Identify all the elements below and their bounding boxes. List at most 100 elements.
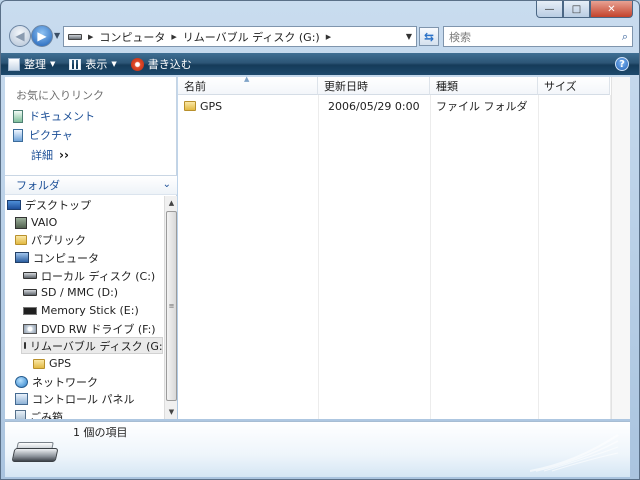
column-header-name[interactable]: 名前 ▲ <box>178 75 318 95</box>
folders-label: フォルダ <box>16 179 60 192</box>
user-folder-icon <box>15 216 27 229</box>
window-controls: — □ ✕ <box>536 1 633 19</box>
tree-item-recycle-bin[interactable]: ごみ箱 <box>15 408 63 419</box>
scroll-up-icon[interactable]: ▲ <box>165 196 178 210</box>
back-arrow-icon: ◀ <box>15 29 25 43</box>
removable-drive-icon <box>11 440 59 466</box>
removable-drive-icon <box>23 289 37 296</box>
help-icon: ? <box>619 58 625 70</box>
column-header-modified[interactable]: 更新日時 <box>318 77 430 95</box>
tree-item-desktop[interactable]: デスクトップ <box>7 196 91 213</box>
pictures-icon <box>13 128 23 142</box>
address-bar[interactable]: ▶ コンピュータ ▶ リムーバブル ディスク (G:) ▶ ▼ <box>63 26 417 47</box>
scroll-thumb[interactable]: ≡ <box>166 211 177 401</box>
documents-icon <box>13 109 23 123</box>
tree-item-vaio[interactable]: VAIO <box>15 214 57 231</box>
tree-item-computer[interactable]: コンピュータ <box>15 249 99 266</box>
breadcrumb-removable-disk[interactable]: リムーバブル ディスク (G:) <box>183 29 320 45</box>
more-label: 詳細 <box>31 149 53 162</box>
tree-item-dvd-rw-f[interactable]: DVD RW ドライブ (F:) <box>23 320 156 337</box>
organize-label: 整理 <box>24 58 46 71</box>
views-button[interactable]: 表示 ▼ <box>62 53 123 75</box>
column-type-label: 種類 <box>436 79 458 93</box>
dvd-drive-icon <box>23 323 37 334</box>
file-list-scrollbar[interactable] <box>611 77 630 419</box>
tree-item-public[interactable]: パブリック <box>15 231 86 248</box>
chevron-down-icon: ⌄ <box>162 179 171 190</box>
tree-item-label: SD / MMC (D:) <box>41 286 119 299</box>
favorite-documents[interactable]: ドキュメント <box>13 108 95 124</box>
removable-drive-icon <box>24 342 26 349</box>
folder-icon <box>15 234 27 245</box>
address-dropdown-icon[interactable]: ▼ <box>406 32 412 41</box>
recent-pages-dropdown[interactable]: ▼ <box>54 31 60 40</box>
item-count: 1 個の項目 <box>73 426 128 439</box>
favorite-pictures-label: ピクチャ <box>29 129 73 142</box>
memory-stick-icon <box>23 306 37 315</box>
tree-item-label: コントロール パネル <box>32 392 135 406</box>
tree-item-network[interactable]: ネットワーク <box>15 373 98 390</box>
drive-icon <box>68 33 82 40</box>
column-header-size[interactable]: サイズ <box>538 77 610 95</box>
column-size-label: サイズ <box>544 79 577 93</box>
file-row-gps[interactable]: GPS <box>184 97 318 115</box>
column-modified-label: 更新日時 <box>324 79 368 93</box>
chevron-down-icon: ▼ <box>111 60 117 68</box>
tree-item-sd-mmc-d[interactable]: SD / MMC (D:) <box>23 284 118 301</box>
tree-item-local-disk-c[interactable]: ローカル ディスク (C:) <box>23 267 155 284</box>
tree-item-label: コンピュータ <box>33 251 99 265</box>
sort-indicator-icon: ▲ <box>244 75 250 83</box>
scroll-down-icon[interactable]: ▼ <box>165 405 178 419</box>
tree-item-label: ローカル ディスク (C:) <box>41 269 156 283</box>
breadcrumb-separator-icon[interactable]: ▶ <box>88 33 93 41</box>
refresh-button[interactable]: ⇆ <box>419 27 439 46</box>
breadcrumb-separator-icon[interactable]: ▶ <box>171 33 176 41</box>
favorite-links-title: お気に入りリンク <box>16 89 104 102</box>
help-button[interactable]: ? <box>615 57 629 71</box>
tree-item-removable-disk-g[interactable]: リムーバブル ディスク (G:) <box>21 337 163 354</box>
address-row: ◀ ▶ ▼ ▶ コンピュータ ▶ リムーバブル ディスク (G:) ▶ ▼ ⇆ … <box>1 23 639 49</box>
column-divider <box>430 95 431 419</box>
tree-item-label: パブリック <box>31 233 86 247</box>
tree-item-gps[interactable]: GPS <box>33 355 71 372</box>
tree-item-memory-stick-e[interactable]: Memory Stick (E:) <box>23 302 139 319</box>
hard-disk-icon <box>23 272 37 279</box>
breadcrumb-computer[interactable]: コンピュータ <box>99 29 165 45</box>
tree-item-label: ごみ箱 <box>30 410 63 420</box>
minimize-button[interactable]: — <box>536 1 563 18</box>
column-header-type[interactable]: 種類 <box>430 77 538 95</box>
file-modified: 2006/05/29 0:00 <box>328 99 420 113</box>
more-links[interactable]: 詳細 ›› <box>31 147 69 163</box>
double-chevron-icon: ›› <box>59 148 69 162</box>
folder-tree: デスクトップ VAIO パブリック コンピュータ ローカル ディスク (C:) … <box>5 196 163 419</box>
search-placeholder: 検索 <box>449 30 471 44</box>
folder-icon <box>184 101 196 111</box>
column-divider <box>318 95 319 419</box>
tree-item-control-panel[interactable]: コントロール パネル <box>15 390 135 407</box>
favorite-pictures[interactable]: ピクチャ <box>13 127 73 143</box>
column-name-label: 名前 <box>184 79 206 93</box>
forward-arrow-icon: ▶ <box>37 29 47 43</box>
burn-button[interactable]: 書き込む <box>124 53 199 75</box>
tree-item-label: Memory Stick (E:) <box>41 304 139 317</box>
breadcrumb-separator-icon[interactable]: ▶ <box>326 33 331 41</box>
back-button[interactable]: ◀ <box>9 25 31 47</box>
explorer-window: — □ ✕ ◀ ▶ ▼ ▶ コンピュータ ▶ リムーバブル ディスク (G:) … <box>0 0 640 480</box>
tree-item-label: DVD RW ドライブ (F:) <box>41 322 156 336</box>
folder-tree-scrollbar[interactable]: ▲ ≡ ▼ <box>164 196 177 419</box>
command-toolbar: 整理 ▼ 表示 ▼ 書き込む ? <box>1 53 639 75</box>
file-type: ファイル フォルダ <box>436 100 528 113</box>
tree-item-label: デスクトップ <box>25 198 91 212</box>
maximize-button[interactable]: □ <box>563 1 590 18</box>
views-icon <box>69 58 82 70</box>
tree-item-label: GPS <box>49 357 72 370</box>
close-button[interactable]: ✕ <box>590 1 633 18</box>
forward-button[interactable]: ▶ <box>31 25 53 47</box>
search-icon[interactable]: ⌕ <box>622 30 628 44</box>
burn-disc-icon <box>130 57 144 71</box>
details-pane: 1 個の項目 <box>5 421 630 477</box>
organize-button[interactable]: 整理 ▼ <box>1 53 62 75</box>
search-input[interactable]: 検索 ⌕ <box>443 26 633 47</box>
folders-header[interactable]: フォルダ ⌄ <box>5 175 177 195</box>
decorative-swoosh-icon <box>530 434 619 472</box>
